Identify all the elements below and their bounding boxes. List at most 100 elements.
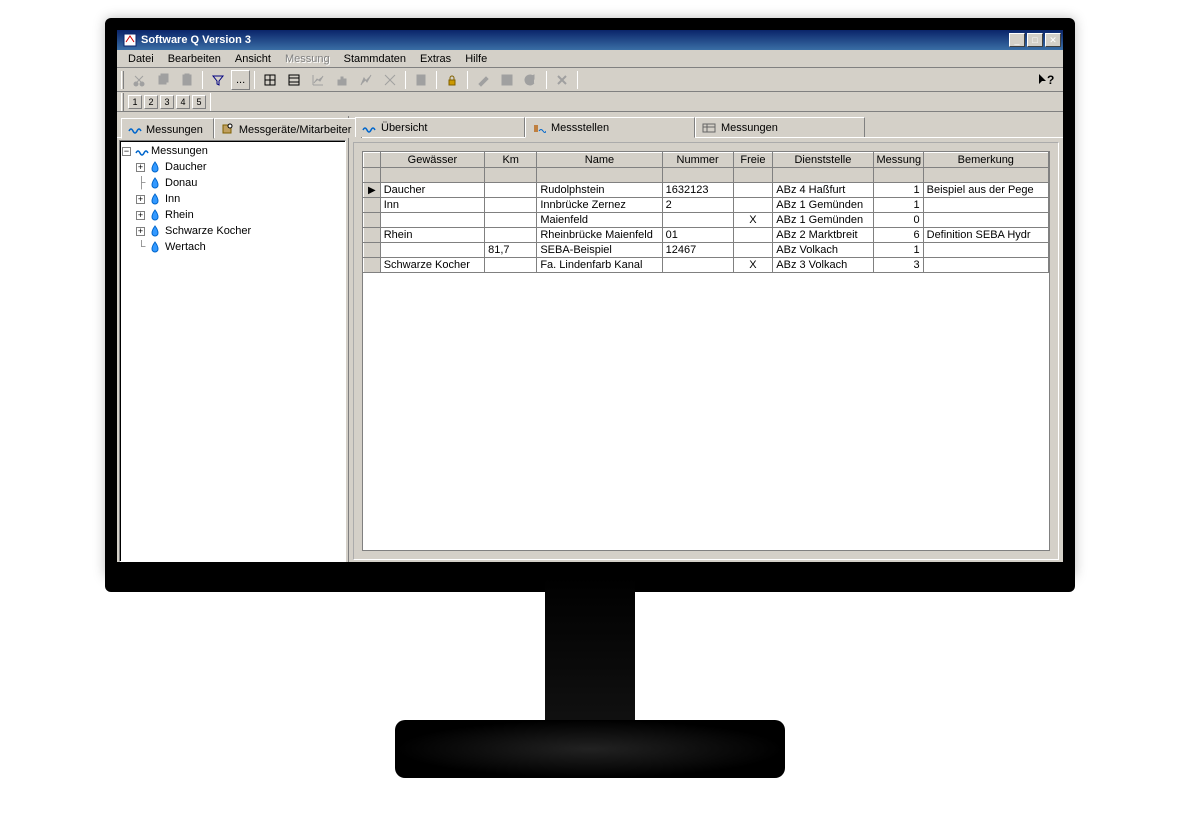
toolbar-grip[interactable] — [121, 71, 124, 89]
cell[interactable]: ABz 1 Gemünden — [773, 213, 873, 228]
cell[interactable]: 01 — [662, 228, 733, 243]
expand-icon[interactable]: + — [136, 163, 145, 172]
cell[interactable]: 2 — [662, 198, 733, 213]
minimize-button[interactable]: _ — [1009, 33, 1025, 47]
cell[interactable]: Fa. Lindenfarb Kanal — [537, 258, 662, 273]
tree-item[interactable]: +Inn — [122, 191, 343, 207]
cell[interactable]: 1 — [873, 198, 923, 213]
cell[interactable]: Maienfeld — [537, 213, 662, 228]
table-row[interactable]: InnInnbrücke Zernez2ABz 1 Gemünden1 — [364, 198, 1049, 213]
view-1-button[interactable]: 1 — [128, 95, 142, 109]
cell[interactable] — [733, 198, 773, 213]
table-row[interactable]: MaienfeldXABz 1 Gemünden0 — [364, 213, 1049, 228]
cell[interactable] — [923, 198, 1048, 213]
view-2-button[interactable]: 2 — [144, 95, 158, 109]
tree-root[interactable]: − Messungen — [122, 143, 343, 159]
menu-bearbeiten[interactable]: Bearbeiten — [161, 52, 228, 66]
more-button[interactable]: ... — [231, 70, 250, 90]
grid2-button[interactable] — [283, 70, 305, 90]
cell[interactable] — [923, 258, 1048, 273]
view-3-button[interactable]: 3 — [160, 95, 174, 109]
cell[interactable]: Innbrücke Zernez — [537, 198, 662, 213]
cell[interactable] — [380, 243, 484, 258]
copy-button[interactable] — [152, 70, 174, 90]
tree-view[interactable]: − Messungen +Daucher├Donau+Inn+Rhein+Sch… — [119, 140, 346, 562]
context-help-button[interactable]: ? — [1035, 70, 1057, 90]
cell[interactable]: Beispiel aus der Pege — [923, 183, 1048, 198]
cell[interactable]: Inn — [380, 198, 484, 213]
table-row[interactable]: 81,7SEBA-Beispiel12467ABz Volkach1 — [364, 243, 1049, 258]
cut-button[interactable] — [128, 70, 150, 90]
cell[interactable] — [733, 183, 773, 198]
menu-stammdaten[interactable]: Stammdaten — [337, 52, 413, 66]
cell[interactable] — [662, 258, 733, 273]
chart1-button[interactable] — [307, 70, 329, 90]
cell[interactable]: ABz Volkach — [773, 243, 873, 258]
save-button[interactable] — [496, 70, 518, 90]
paste-button[interactable] — [176, 70, 198, 90]
chart3-button[interactable] — [355, 70, 377, 90]
cell[interactable] — [485, 198, 537, 213]
tab-uebersicht[interactable]: Übersicht — [355, 117, 525, 137]
grid1-button[interactable] — [259, 70, 281, 90]
tab-messungen[interactable]: Messungen — [121, 118, 214, 139]
menu-extras[interactable]: Extras — [413, 52, 458, 66]
expand-icon[interactable]: + — [136, 211, 145, 220]
cell[interactable]: ABz 4 Haßfurt — [773, 183, 873, 198]
cell[interactable]: Schwarze Kocher — [380, 258, 484, 273]
cell[interactable] — [485, 213, 537, 228]
row-indicator[interactable] — [364, 258, 381, 273]
cell[interactable] — [733, 228, 773, 243]
menu-datei[interactable]: Datei — [121, 52, 161, 66]
menu-hilfe[interactable]: Hilfe — [458, 52, 494, 66]
cell[interactable]: Definition SEBA Hydr — [923, 228, 1048, 243]
cell[interactable] — [485, 258, 537, 273]
tree-item[interactable]: +Schwarze Kocher — [122, 223, 343, 239]
tab-messstellen[interactable]: Messstellen — [525, 117, 695, 138]
tree-item[interactable]: ├Donau — [122, 175, 343, 191]
cell[interactable]: ABz 3 Volkach — [773, 258, 873, 273]
cell[interactable]: 6 — [873, 228, 923, 243]
delete-button[interactable] — [551, 70, 573, 90]
column-header[interactable]: Messung — [873, 153, 923, 168]
column-header[interactable]: Freie — [733, 153, 773, 168]
cell[interactable] — [485, 183, 537, 198]
cell[interactable]: SEBA-Beispiel — [537, 243, 662, 258]
row-indicator[interactable] — [364, 228, 381, 243]
cell[interactable]: 1632123 — [662, 183, 733, 198]
collapse-icon[interactable]: − — [122, 147, 131, 156]
cell[interactable]: 81,7 — [485, 243, 537, 258]
cell[interactable]: Rheinbrücke Maienfeld — [537, 228, 662, 243]
view-5-button[interactable]: 5 — [192, 95, 206, 109]
row-indicator[interactable]: ▶ — [364, 183, 381, 198]
cell[interactable]: 1 — [873, 183, 923, 198]
column-header[interactable]: Km — [485, 153, 537, 168]
cell[interactable] — [380, 213, 484, 228]
maximize-button[interactable]: □ — [1027, 33, 1043, 47]
tab-messungen-right[interactable]: Messungen — [695, 117, 865, 137]
cell[interactable]: X — [733, 258, 773, 273]
cell[interactable]: ABz 2 Marktbreit — [773, 228, 873, 243]
cell[interactable] — [923, 213, 1048, 228]
row-indicator[interactable] — [364, 198, 381, 213]
cell[interactable] — [662, 213, 733, 228]
cell[interactable] — [733, 243, 773, 258]
expand-icon[interactable]: + — [136, 227, 145, 236]
column-header[interactable]: Gewässer — [380, 153, 484, 168]
tab-messgeraete[interactable]: Messgeräte/Mitarbeiter — [214, 118, 363, 138]
cell[interactable]: Rudolphstein — [537, 183, 662, 198]
cell[interactable]: 0 — [873, 213, 923, 228]
cell[interactable]: 3 — [873, 258, 923, 273]
column-header[interactable]: Bemerkung — [923, 153, 1048, 168]
column-header[interactable]: Dienststelle — [773, 153, 873, 168]
filter-button[interactable] — [207, 70, 229, 90]
cell[interactable]: 1 — [873, 243, 923, 258]
cell[interactable]: Rhein — [380, 228, 484, 243]
lock-button[interactable] — [441, 70, 463, 90]
tree-item[interactable]: +Daucher — [122, 159, 343, 175]
chart4-button[interactable] — [379, 70, 401, 90]
row-indicator[interactable] — [364, 243, 381, 258]
tree-item[interactable]: +Rhein — [122, 207, 343, 223]
expand-icon[interactable]: + — [136, 195, 145, 204]
cell[interactable] — [485, 228, 537, 243]
